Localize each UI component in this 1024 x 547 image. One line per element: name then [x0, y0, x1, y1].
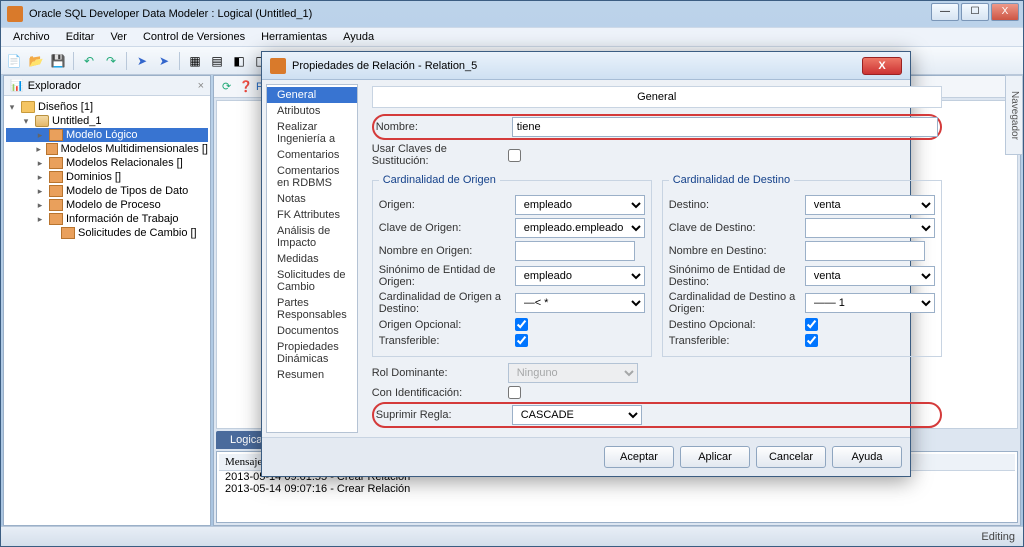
undo-icon[interactable]: ↶ [80, 52, 98, 70]
sinonimo-origen-select[interactable]: empleado [515, 266, 645, 286]
nav-item[interactable]: Propiedades Dinámicas [267, 339, 357, 367]
usar-claves-checkbox[interactable] [508, 149, 521, 162]
arrow-icon[interactable]: ➤ [133, 52, 151, 70]
transferible-destino-checkbox[interactable] [805, 334, 818, 347]
explorer-close-icon[interactable]: × [198, 80, 204, 92]
dialog-buttons: Aceptar Aplicar Cancelar Ayuda [262, 437, 910, 476]
menubar: Archivo Editar Ver Control de Versiones … [1, 27, 1023, 47]
app-window: Oracle SQL Developer Data Modeler : Logi… [0, 0, 1024, 547]
clave-origen-select[interactable]: empleado.empleado PK [515, 218, 645, 238]
titlebar[interactable]: Oracle SQL Developer Data Modeler : Logi… [1, 1, 1023, 27]
card-destino-legend: Cardinalidad de Destino [669, 174, 794, 186]
nav-item[interactable]: Partes Responsables [267, 295, 357, 323]
nombre-label: Nombre: [376, 121, 506, 133]
dialog-close-button[interactable]: X [862, 57, 902, 75]
rol-dominante-select: Ninguno [508, 363, 638, 383]
close-button[interactable]: X [991, 3, 1019, 21]
nav-item[interactable]: Comentarios en RDBMS [267, 163, 357, 191]
suprimir-row: Suprimir Regla: CASCADE [372, 402, 942, 428]
statusbar: Editing [1, 526, 1023, 546]
explorer-panel: 📊 Explorador × ▾Diseños [1] ▾Untitled_1 … [3, 75, 211, 526]
navigator-dock[interactable]: Navegador [1005, 75, 1023, 155]
tree-untitled[interactable]: ▾Untitled_1 [6, 114, 208, 128]
suprimir-regla-select[interactable]: CASCADE [512, 405, 642, 425]
origen-select[interactable]: empleado [515, 195, 645, 215]
redo-icon[interactable]: ↷ [102, 52, 120, 70]
tree-item[interactable]: Solicitudes de Cambio [] [6, 226, 208, 240]
tool1-icon[interactable]: ▦ [186, 52, 204, 70]
cancel-button[interactable]: Cancelar [756, 446, 826, 468]
menu-archivo[interactable]: Archivo [5, 29, 58, 45]
menu-ayuda[interactable]: Ayuda [335, 29, 382, 45]
usar-claves-label: Usar Claves de Sustitución: [372, 143, 502, 167]
nav-item[interactable]: FK Attributes [267, 207, 357, 223]
nav-item[interactable]: Solicitudes de Cambio [267, 267, 357, 295]
cardinalidad-destino-group: Cardinalidad de Destino Destino:venta Cl… [662, 174, 942, 357]
apply-button[interactable]: Aplicar [680, 446, 750, 468]
nav-item[interactable]: Realizar Ingeniería a [267, 119, 357, 147]
cardinalidad-origen-group: Cardinalidad de Origen Origen:empleado C… [372, 174, 652, 357]
help-button[interactable]: Ayuda [832, 446, 902, 468]
nav-general[interactable]: General [267, 87, 357, 103]
tool2-icon[interactable]: ▤ [208, 52, 226, 70]
nav-item[interactable]: Comentarios [267, 147, 357, 163]
origen-opcional-checkbox[interactable] [515, 318, 528, 331]
ok-button[interactable]: Aceptar [604, 446, 674, 468]
relation-properties-dialog: Propiedades de Relación - Relation_5 X G… [261, 51, 911, 477]
open-icon[interactable]: 📂 [27, 52, 45, 70]
destino-select[interactable]: venta [805, 195, 935, 215]
status-mode: Editing [981, 531, 1015, 543]
destino-opcional-checkbox[interactable] [805, 318, 818, 331]
tree: ▾Diseños [1] ▾Untitled_1 ▸Modelo Lógico … [4, 96, 210, 525]
clave-destino-select[interactable] [805, 218, 935, 238]
menu-herramientas[interactable]: Herramientas [253, 29, 335, 45]
dialog-titlebar[interactable]: Propiedades de Relación - Relation_5 X [262, 52, 910, 80]
nav-item[interactable]: Análisis de Impacto [267, 223, 357, 251]
app-icon [7, 6, 23, 22]
menu-control-versiones[interactable]: Control de Versiones [135, 29, 253, 45]
dialog-icon [270, 58, 286, 74]
tool3-icon[interactable]: ◧ [230, 52, 248, 70]
nombre-input[interactable] [512, 117, 938, 137]
tree-root[interactable]: ▾Diseños [1] [6, 100, 208, 114]
menu-ver[interactable]: Ver [102, 29, 135, 45]
tree-item[interactable]: ▸Dominios [] [6, 170, 208, 184]
section-title: General [372, 86, 942, 108]
tree-item[interactable]: ▸Modelo de Tipos de Dato [6, 184, 208, 198]
tree-item[interactable]: ▸Modelos Relacionales [] [6, 156, 208, 170]
nav-item[interactable]: Notas [267, 191, 357, 207]
reload-icon[interactable]: ⟳ [222, 80, 231, 93]
minimize-button[interactable]: — [931, 3, 959, 21]
dialog-nav: General Atributos Realizar Ingeniería a … [266, 84, 358, 433]
dialog-form: General Nombre: Usar Claves de Sustituci… [362, 80, 952, 437]
explorer-tab[interactable]: 📊 Explorador × [4, 76, 210, 96]
nav-item[interactable]: Atributos [267, 103, 357, 119]
transferible-origen-checkbox[interactable] [515, 334, 528, 347]
nombre-row: Nombre: [372, 114, 942, 140]
log-line: 2013-05-14 09:07:16 - Crear Relación [219, 483, 1015, 495]
sinonimo-destino-select[interactable]: venta [805, 266, 935, 286]
save-icon[interactable]: 💾 [49, 52, 67, 70]
nav-item[interactable]: Resumen [267, 367, 357, 383]
con-identificacion-checkbox[interactable] [508, 386, 521, 399]
card-d-o-select[interactable]: —— 1 [805, 293, 935, 313]
explorer-tab-label: Explorador [28, 80, 81, 92]
tree-item[interactable]: ▸Modelo de Proceso [6, 198, 208, 212]
new-icon[interactable]: 📄 [5, 52, 23, 70]
nombre-origen-input[interactable] [515, 241, 635, 261]
card-origen-legend: Cardinalidad de Origen [379, 174, 500, 186]
nav-item[interactable]: Medidas [267, 251, 357, 267]
menu-editar[interactable]: Editar [58, 29, 103, 45]
maximize-button[interactable]: ☐ [961, 3, 989, 21]
tree-item[interactable]: ▸Modelos Multidimensionales [] [6, 142, 208, 156]
nav-item[interactable]: Documentos [267, 323, 357, 339]
nombre-destino-input[interactable] [805, 241, 925, 261]
dialog-title: Propiedades de Relación - Relation_5 [292, 60, 477, 72]
card-o-d-select[interactable]: —< * [515, 293, 645, 313]
tree-modelo-logico[interactable]: ▸Modelo Lógico [6, 128, 208, 142]
tree-item[interactable]: ▸Información de Trabajo [6, 212, 208, 226]
arrow2-icon[interactable]: ➤ [155, 52, 173, 70]
app-title: Oracle SQL Developer Data Modeler : Logi… [29, 8, 312, 20]
